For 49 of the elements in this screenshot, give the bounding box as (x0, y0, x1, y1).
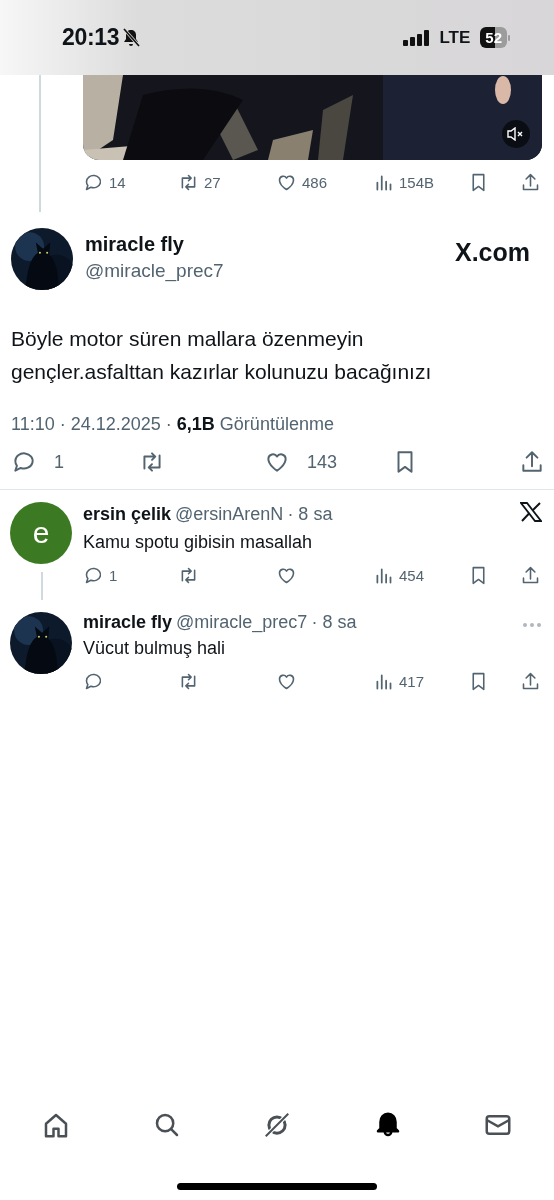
post-time: · 8 sa (287, 504, 333, 525)
author-handle: @ersinArenN (175, 504, 284, 525)
avatar[interactable]: e (10, 502, 72, 564)
share-icon (520, 671, 541, 692)
signal-icon (403, 29, 432, 46)
post-time: · 8 sa (311, 612, 357, 633)
reply-button[interactable]: 1 (11, 449, 64, 475)
share-icon (520, 565, 541, 586)
reply-icon (83, 172, 104, 193)
reply-icon (11, 449, 37, 475)
reply-button[interactable] (83, 671, 104, 692)
share-button[interactable] (520, 172, 541, 193)
author-name: ersin çelik (83, 504, 172, 525)
author-name: miracle fly (85, 233, 185, 256)
author-handle: @miracle_prec7 (85, 260, 224, 282)
reply-text: Kamu spotu gibisin masallah (83, 532, 314, 553)
views-label: Görüntülenme (219, 414, 334, 434)
heart-icon (276, 671, 297, 692)
reply-button[interactable]: 14 (83, 172, 126, 193)
share-icon (520, 172, 541, 193)
network-type: LTE (439, 27, 471, 48)
heart-icon (276, 172, 297, 193)
share-icon (519, 449, 545, 475)
author-handle: @miracle_prec7 (176, 612, 308, 633)
views-button[interactable]: 417 (373, 671, 425, 692)
like-button[interactable] (276, 671, 297, 692)
like-button[interactable]: 486 (276, 172, 328, 193)
muted-speaker-icon (507, 127, 525, 141)
mute-button[interactable] (502, 120, 530, 148)
site-logo: X.com (454, 238, 530, 267)
tweet-text: Böyle motor süren mallara özenmeyin gençler.asfalttan kazırlar kolunuzu bacağınızı (11, 326, 433, 385)
author-name: miracle fly (83, 612, 173, 633)
x-logo-icon (520, 502, 542, 522)
share-button[interactable] (519, 449, 545, 475)
reply-button[interactable]: 1 (83, 565, 118, 586)
reply-text: Vücut bulmuş hali (83, 638, 227, 659)
view-count: 6,1B (176, 414, 215, 434)
like-button[interactable] (276, 565, 297, 586)
tweet-timestamp: 11:10 · 24.12.2025 · (11, 414, 172, 434)
views-button[interactable]: 154B (373, 172, 435, 193)
views-button[interactable]: 454 (373, 565, 425, 586)
repost-button[interactable]: 27 (178, 172, 221, 193)
share-button[interactable] (520, 565, 541, 586)
like-button[interactable]: 143 (264, 449, 338, 475)
reply-icon (83, 565, 104, 586)
reply-icon (83, 671, 104, 692)
heart-icon (276, 565, 297, 586)
share-button[interactable] (520, 671, 541, 692)
status-time: 20:13 (62, 24, 120, 51)
